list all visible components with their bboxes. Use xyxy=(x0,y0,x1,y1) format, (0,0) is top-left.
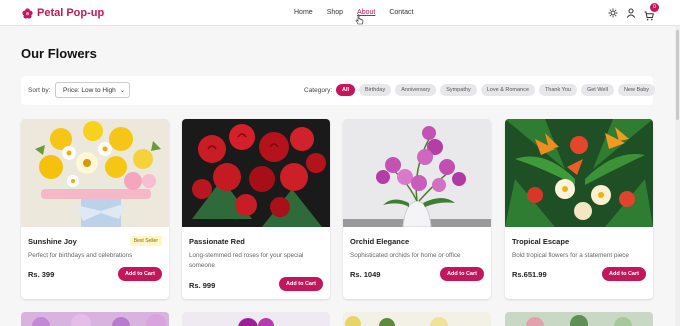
category-label: Category: xyxy=(304,87,333,94)
cart-icon xyxy=(644,11,654,21)
category-chip-get-well[interactable]: Get Well xyxy=(580,84,614,96)
cart-count-badge: 0 xyxy=(650,3,659,12)
product-card-partial[interactable] xyxy=(21,312,169,326)
product-image xyxy=(343,119,491,227)
category-chip-sympathy[interactable]: Sympathy xyxy=(440,84,477,96)
brand-logo[interactable]: Petal Pop-up xyxy=(22,7,104,19)
product-card[interactable]: Tropical Escape Bold tropical flowers fo… xyxy=(505,119,653,299)
product-image xyxy=(526,315,632,326)
product-name: Passionate Red xyxy=(189,237,245,246)
user-icon[interactable] xyxy=(626,8,636,18)
product-card-partial[interactable] xyxy=(182,312,330,326)
category-chips: All Birthday Anniversary Sympathy Love &… xyxy=(336,84,659,96)
product-image xyxy=(182,119,330,227)
product-name: Tropical Escape xyxy=(512,237,570,246)
product-name: Sunshine Joy xyxy=(28,237,77,246)
sort-value: Price: Low to High xyxy=(63,87,116,94)
brand-name: Petal Pop-up xyxy=(37,7,105,19)
product-card[interactable]: Passionate Red Long-stemmed red roses fo… xyxy=(182,119,330,299)
product-price: Rs. 1049 xyxy=(350,270,381,279)
cart-button[interactable]: 0 xyxy=(644,3,659,21)
product-description: Bold tropical flowers for a statement pi… xyxy=(512,252,629,259)
product-image xyxy=(345,316,448,326)
nav-home[interactable]: Home xyxy=(294,9,313,16)
nav-contact[interactable]: Contact xyxy=(389,9,413,16)
best-seller-badge: Best Seller xyxy=(129,236,162,246)
product-price: Rs.651.99 xyxy=(512,270,547,279)
add-to-cart-button[interactable]: Add to Cart xyxy=(279,277,323,291)
category-chip-love-romance[interactable]: Love & Romance xyxy=(480,84,535,96)
product-card[interactable]: Orchid Elegance Sophisticated orchids fo… xyxy=(343,119,491,299)
product-price: Rs. 399 xyxy=(28,270,55,279)
sort-label: Sort by: xyxy=(28,87,51,94)
category-chip-anniversary[interactable]: Anniversary xyxy=(395,84,437,96)
hand-cursor-icon xyxy=(355,14,364,25)
product-description: Long-stemmed red roses for your special … xyxy=(189,252,304,269)
category-chip-all[interactable]: All xyxy=(336,84,356,96)
product-image xyxy=(505,119,653,227)
sun-icon[interactable] xyxy=(608,8,618,18)
product-card-partial[interactable] xyxy=(505,312,653,326)
product-description: Sophisticated orchids for home or office xyxy=(350,252,461,259)
product-card-partial[interactable] xyxy=(343,312,491,326)
nav-shop[interactable]: Shop xyxy=(327,9,343,16)
product-card[interactable]: Sunshine Joy Best Seller Perfect for bir… xyxy=(21,119,169,299)
product-price: Rs. 999 xyxy=(189,281,216,290)
category-chip-new-baby[interactable]: New Baby xyxy=(617,84,656,96)
add-to-cart-button[interactable]: Add to Cart xyxy=(602,267,646,281)
scrollbar-thumb[interactable] xyxy=(676,30,679,120)
sort-select[interactable]: Price: Low to High ⌄ xyxy=(55,82,130,98)
page-title: Our Flowers xyxy=(21,46,97,61)
add-to-cart-button[interactable]: Add to Cart xyxy=(440,267,484,281)
header-actions: 0 xyxy=(600,3,659,21)
category-chip-birthday[interactable]: Birthday xyxy=(359,84,392,96)
product-image xyxy=(238,318,274,326)
add-to-cart-button[interactable]: Add to Cart xyxy=(118,267,162,281)
category-chip-thank-you[interactable]: Thank You xyxy=(538,84,577,96)
chevron-down-icon: ⌄ xyxy=(119,88,125,94)
product-name: Orchid Elegance xyxy=(350,237,410,246)
site-header: Petal Pop-up Home Shop About Contact 0 xyxy=(0,0,680,26)
product-image xyxy=(32,314,166,326)
flower-icon xyxy=(22,7,33,19)
product-description: Perfect for birthdays and celebrations xyxy=(28,252,133,259)
product-image xyxy=(21,119,169,227)
filter-bar: Sort by: Price: Low to High ⌄ Category: … xyxy=(21,76,656,105)
